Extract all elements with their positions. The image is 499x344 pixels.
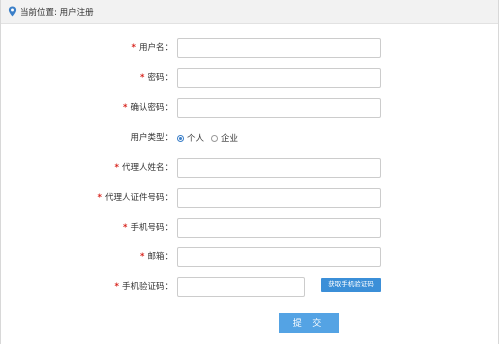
phone-label: * 手机号码： [123,223,173,233]
required-mark: * [97,193,102,203]
radio-unchecked-icon[interactable] [211,134,219,142]
username-input[interactable] [177,38,381,58]
user-type-enterprise-label: 企业 [221,134,239,144]
radio-checked-icon[interactable] [177,134,184,142]
confirm-password-row: * 确认密码： [1,97,498,119]
submit-button[interactable]: 提 交 [279,313,339,333]
sms-code-label: * 手机验证码： [114,282,173,292]
email-label: * 邮箱： [140,252,173,262]
user-type-individual-option[interactable]: 个人 [177,132,204,144]
breadcrumb-text: 当前位置: 用户注册 [20,7,94,18]
username-row: * 用户名： [1,37,498,59]
email-input[interactable] [177,247,381,267]
sms-code-row: * 手机验证码： 获取手机验证码 [1,276,498,298]
required-mark: * [131,43,136,53]
confirm-password-input[interactable] [177,98,381,118]
agent-name-row: * 代理人姓名： [1,157,498,179]
phone-row: * 手机号码： [1,217,498,239]
password-label: * 密码： [140,73,173,83]
agent-name-label: * 代理人姓名： [114,163,173,173]
password-input[interactable] [177,68,381,88]
sms-code-input[interactable] [177,277,305,297]
email-row: * 邮箱： [1,246,498,268]
get-sms-code-button[interactable]: 获取手机验证码 [321,278,381,292]
user-type-label: 用户类型： [130,133,173,143]
location-pin-icon [8,6,17,17]
required-mark: * [114,163,119,173]
user-type-radio-group: 个人 企业 [177,127,245,149]
username-label: * 用户名： [131,43,173,53]
phone-input[interactable] [177,218,381,238]
breadcrumb: 当前位置: 用户注册 [1,0,498,24]
required-mark: * [123,103,128,113]
required-mark: * [140,252,145,262]
agent-id-number-row: * 代理人证件号码： [1,187,498,209]
user-type-row: 用户类型： 个人 企业 [1,127,498,149]
user-type-individual-label: 个人 [187,134,205,144]
user-type-enterprise-option[interactable]: 企业 [211,132,238,144]
agent-id-number-label: * 代理人证件号码： [97,193,173,203]
required-mark: * [140,73,145,83]
agent-name-input[interactable] [177,158,381,178]
confirm-password-label: * 确认密码： [123,103,173,113]
agent-id-number-input[interactable] [177,188,381,208]
password-row: * 密码： [1,67,498,89]
required-mark: * [123,223,128,233]
registration-page: 当前位置: 用户注册 * 用户名： * 密码： * 确认密码： 用户类型： 个人 企业… [0,0,499,344]
required-mark: * [114,282,119,292]
